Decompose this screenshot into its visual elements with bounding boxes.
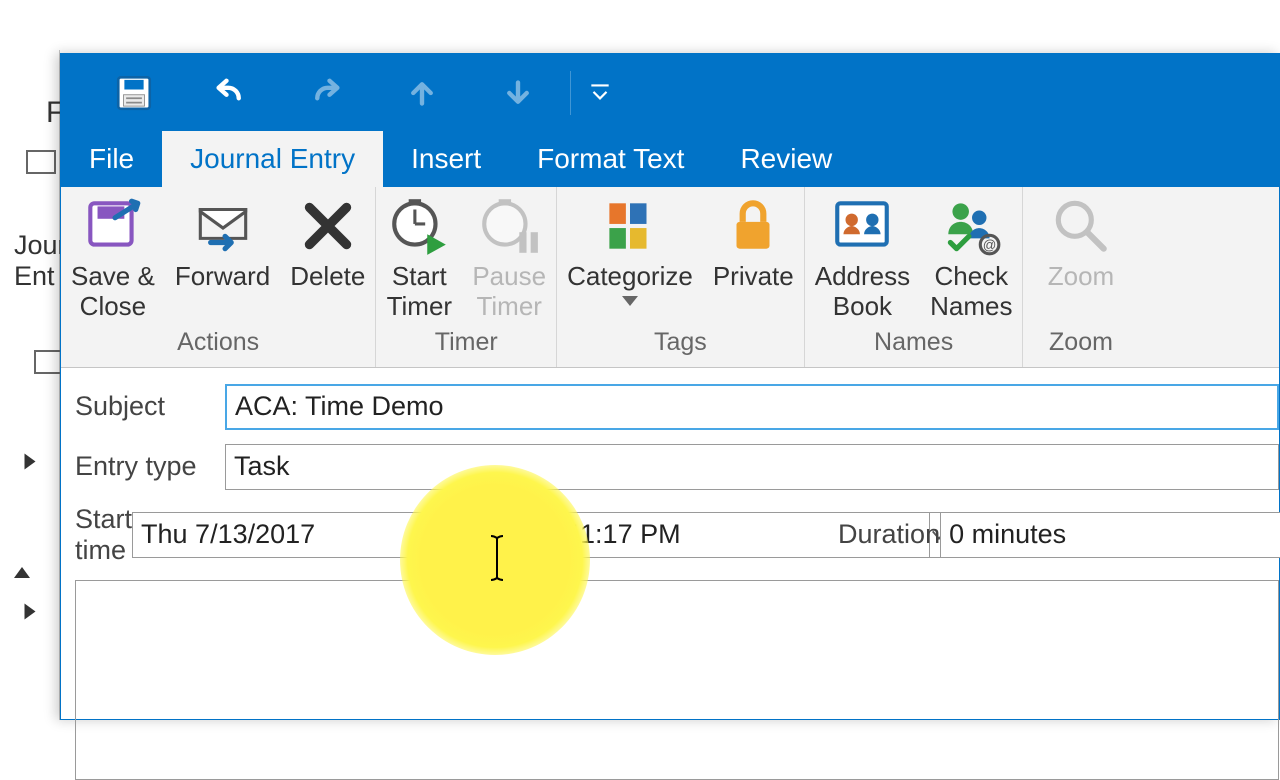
save-close-icon [80, 193, 146, 259]
duration-input[interactable] [940, 512, 1280, 558]
journal-form: Subject Entry type Start time Duration [61, 368, 1279, 780]
duration-label: Duration [838, 519, 940, 550]
entry-type-input[interactable] [225, 444, 1279, 490]
save-button[interactable] [86, 54, 182, 132]
start-timer-button[interactable]: Start Timer [376, 191, 462, 324]
group-actions: Save & Close Forward Delete Actions [61, 187, 376, 367]
start-timer-label: Start Timer [387, 262, 452, 322]
categorize-label: Categorize [567, 262, 693, 292]
customize-icon [587, 80, 613, 106]
forward-label: Forward [175, 262, 270, 292]
save-close-label: Save & Close [71, 262, 155, 322]
tab-format-text[interactable]: Format Text [509, 131, 712, 187]
start-date-input[interactable] [132, 512, 482, 558]
save-icon [113, 72, 155, 114]
forward-button[interactable]: Forward [165, 191, 280, 294]
group-label-names: Names [805, 324, 1023, 363]
start-time-label: Start time [75, 504, 132, 566]
tab-file[interactable]: File [61, 131, 162, 187]
delete-icon [295, 193, 361, 259]
separator [570, 71, 571, 115]
quick-access-toolbar [61, 54, 625, 132]
group-zoom: Zoom Zoom [1023, 187, 1138, 367]
arrow-up-icon [401, 72, 443, 114]
private-button[interactable]: Private [703, 191, 804, 294]
tab-insert[interactable]: Insert [383, 131, 509, 187]
chevron-icon [25, 454, 36, 470]
group-label-tags: Tags [557, 324, 804, 363]
undo-button[interactable] [182, 54, 278, 132]
lock-icon [720, 193, 786, 259]
date-picker-button[interactable] [482, 512, 534, 558]
pause-timer-icon [476, 193, 542, 259]
entry-type-label: Entry type [75, 451, 225, 482]
address-book-label: Address Book [815, 262, 910, 322]
subject-input[interactable] [225, 384, 1279, 430]
tab-review[interactable]: Review [712, 131, 860, 187]
ribbon: Save & Close Forward Delete Actions Star… [61, 187, 1279, 368]
undo-icon [209, 72, 251, 114]
delete-button[interactable]: Delete [280, 191, 375, 294]
zoom-button: Zoom [1023, 191, 1138, 294]
chevron-icon [25, 604, 36, 620]
pause-timer-button: Pause Timer [462, 191, 556, 324]
chevron-down-icon [622, 296, 638, 306]
chevron-icon [14, 556, 30, 578]
journal-entry-window: File Journal Entry Insert Format Text Re… [60, 53, 1280, 720]
customize-qat-button[interactable] [575, 80, 625, 106]
categorize-icon [597, 193, 663, 259]
pause-timer-label: Pause Timer [472, 262, 546, 322]
group-label-actions: Actions [61, 324, 375, 363]
check-names-icon: @ [938, 193, 1004, 259]
redo-button[interactable] [278, 54, 374, 132]
check-names-label: Check Names [930, 262, 1012, 322]
next-item-button[interactable] [470, 54, 566, 132]
delete-label: Delete [290, 262, 365, 292]
arrow-down-icon [497, 72, 539, 114]
svg-text:@: @ [983, 238, 997, 253]
address-book-button[interactable]: Address Book [805, 191, 920, 324]
group-label-zoom: Zoom [1023, 324, 1138, 363]
calendar-icon [494, 521, 522, 549]
group-label-timer: Timer [376, 324, 556, 363]
ribbon-tabs: File Journal Entry Insert Format Text Re… [61, 132, 1279, 187]
background-window: F Jour Ent [0, 50, 60, 720]
categorize-button[interactable]: Categorize [557, 191, 703, 308]
tab-journal-entry[interactable]: Journal Entry [162, 131, 383, 187]
group-timer: Start Timer Pause Timer Timer [376, 187, 557, 367]
previous-item-button[interactable] [374, 54, 470, 132]
background-label: Jour Ent [14, 230, 67, 292]
zoom-label: Zoom [1048, 262, 1114, 292]
group-tags: Categorize Private Tags [557, 187, 805, 367]
subject-label: Subject [75, 391, 225, 422]
start-timer-icon [386, 193, 452, 259]
redo-icon [305, 72, 347, 114]
check-names-button[interactable]: @ Check Names [920, 191, 1022, 324]
bg-icon [26, 150, 56, 174]
zoom-icon [1048, 193, 1114, 259]
journal-body-area[interactable] [75, 580, 1279, 780]
save-and-close-button[interactable]: Save & Close [61, 191, 165, 324]
title-bar [61, 54, 1279, 132]
group-names: Address Book @ Check Names Names [805, 187, 1024, 367]
address-book-icon [829, 193, 895, 259]
forward-icon [190, 193, 256, 259]
private-label: Private [713, 262, 794, 292]
